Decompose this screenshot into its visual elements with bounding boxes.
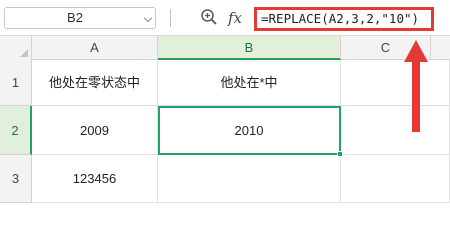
row-header-3[interactable]: 3 xyxy=(0,155,32,203)
cell-b2[interactable]: 2010 xyxy=(158,106,341,155)
formula-bar: B2 fx =REPLACE(A2,3,2,"10") xyxy=(0,0,450,36)
cell-c3[interactable] xyxy=(341,155,450,203)
name-box-value: B2 xyxy=(67,10,83,25)
cell-a2[interactable]: 2009 xyxy=(32,106,158,155)
fill-handle[interactable] xyxy=(337,151,343,157)
red-arrow-annotation xyxy=(404,40,428,132)
select-all-icon xyxy=(20,49,28,57)
select-all-corner[interactable] xyxy=(0,36,32,60)
column-header-b[interactable]: B xyxy=(158,36,341,60)
zoom-icon[interactable] xyxy=(200,8,218,26)
column-header-a[interactable]: A xyxy=(32,36,158,60)
formula-text: =REPLACE(A2,3,2,"10") xyxy=(261,11,420,26)
column-header-row: A B C xyxy=(0,36,450,60)
fx-icon[interactable]: fx xyxy=(228,7,250,29)
chevron-down-icon[interactable] xyxy=(143,13,153,23)
row-header-1[interactable]: 1 xyxy=(0,60,32,106)
cell-c1[interactable] xyxy=(341,60,450,106)
name-box[interactable]: B2 xyxy=(4,7,156,29)
toolbar-divider xyxy=(170,9,171,27)
row-header-2[interactable]: 2 xyxy=(0,106,32,155)
cell-b1[interactable]: 他处在*中 xyxy=(158,60,341,106)
cell-a3[interactable]: 123456 xyxy=(32,155,158,203)
cell-c2[interactable] xyxy=(341,106,450,155)
cell-a1[interactable]: 他处在零状态中 xyxy=(32,60,158,106)
formula-input[interactable]: =REPLACE(A2,3,2,"10") xyxy=(254,7,434,31)
cell-b3[interactable] xyxy=(158,155,341,203)
